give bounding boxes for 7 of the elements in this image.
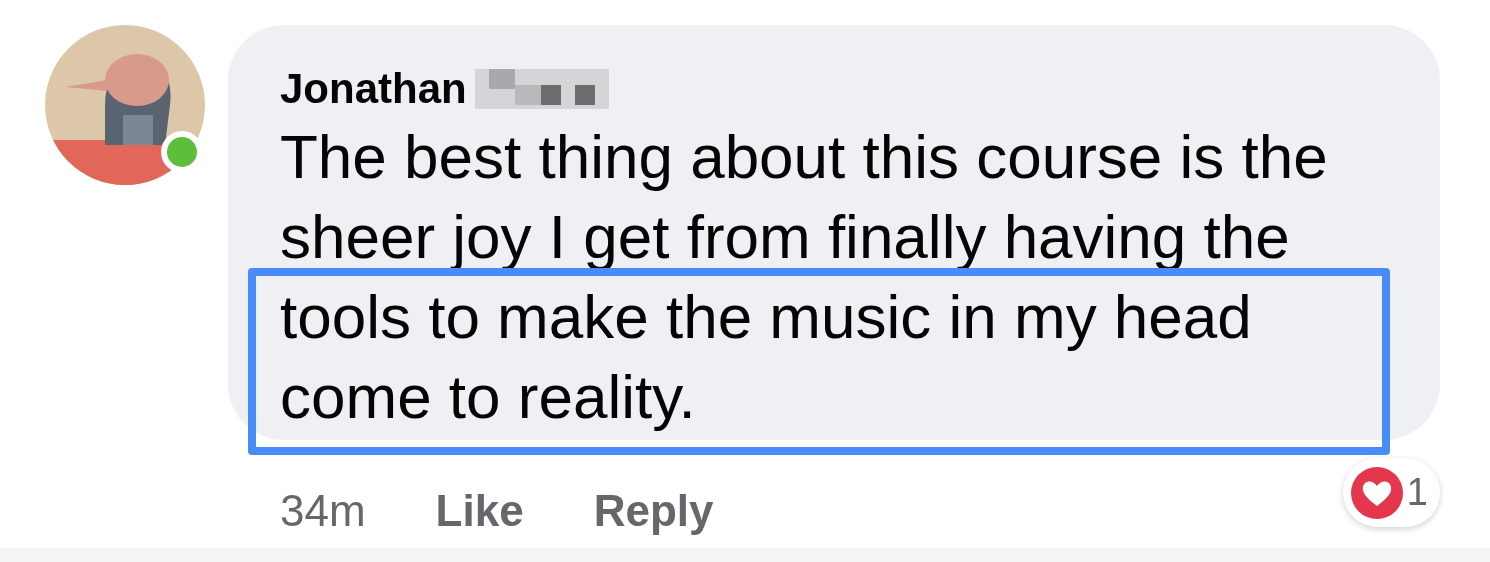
author-name[interactable]: Jonathan [280,64,467,114]
comment-time[interactable]: 34m [280,478,366,544]
comment-text: The best thing about this course is the sheer joy I get from finally having the tools to make the music in my head come to reality. [280,121,1329,433]
comment-action[interactable]: Reply [593,478,714,544]
reaction-badge[interactable]: 1 [1342,458,1440,527]
comment-action[interactable]: Like [435,478,524,544]
reaction-count: 1 [1406,470,1428,515]
